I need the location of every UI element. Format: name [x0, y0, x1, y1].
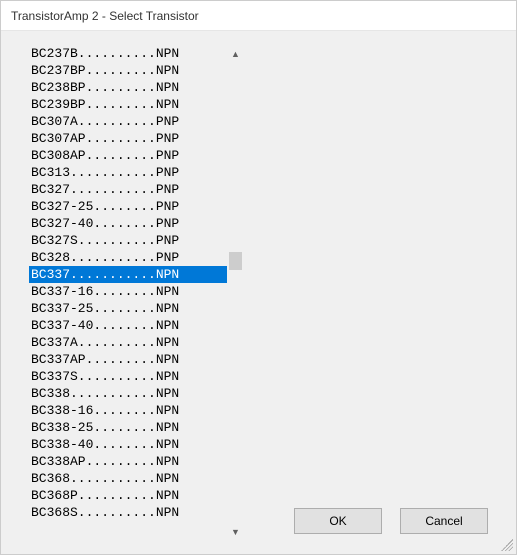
- list-item[interactable]: BC337S..........NPN: [29, 368, 227, 385]
- list-item[interactable]: BC337A..........NPN: [29, 334, 227, 351]
- list-item[interactable]: BC338-40........NPN: [29, 436, 227, 453]
- list-item[interactable]: BC338...........NPN: [29, 385, 227, 402]
- list-item[interactable]: BC337-25........NPN: [29, 300, 227, 317]
- list-item[interactable]: BC327S..........PNP: [29, 232, 227, 249]
- window-title: TransistorAmp 2 - Select Transistor: [11, 9, 199, 23]
- list-item[interactable]: BC313...........PNP: [29, 164, 227, 181]
- list-item[interactable]: BC368S..........NPN: [29, 504, 227, 521]
- list-item[interactable]: BC239BP.........NPN: [29, 96, 227, 113]
- list-item[interactable]: BC237B..........NPN: [29, 45, 227, 62]
- list-item[interactable]: BC327-25........PNP: [29, 198, 227, 215]
- transistor-listbox[interactable]: BC237B..........NPNBC237BP.........NPNBC…: [29, 45, 227, 540]
- list-item[interactable]: BC337...........NPN: [29, 266, 227, 283]
- scroll-track[interactable]: [227, 62, 244, 523]
- list-item[interactable]: BC327...........PNP: [29, 181, 227, 198]
- list-item[interactable]: BC307AP.........PNP: [29, 130, 227, 147]
- list-item[interactable]: BC337-40........NPN: [29, 317, 227, 334]
- transistor-listbox-wrap: BC237B..........NPNBC237BP.........NPNBC…: [29, 45, 244, 540]
- list-item[interactable]: BC368...........NPN: [29, 470, 227, 487]
- select-transistor-dialog: TransistorAmp 2 - Select Transistor BC23…: [0, 0, 517, 555]
- scroll-down-arrow-icon[interactable]: ▼: [227, 523, 244, 540]
- scrollbar[interactable]: ▲ ▼: [227, 45, 244, 540]
- list-item[interactable]: BC337AP.........NPN: [29, 351, 227, 368]
- scroll-thumb[interactable]: [229, 252, 242, 270]
- list-item[interactable]: BC328...........PNP: [29, 249, 227, 266]
- list-item[interactable]: BC338AP.........NPN: [29, 453, 227, 470]
- list-item[interactable]: BC307A..........PNP: [29, 113, 227, 130]
- ok-button[interactable]: OK: [294, 508, 382, 534]
- list-item[interactable]: BC368P..........NPN: [29, 487, 227, 504]
- list-item[interactable]: BC308AP.........PNP: [29, 147, 227, 164]
- button-row: OK Cancel: [294, 508, 488, 534]
- list-item[interactable]: BC338-25........NPN: [29, 419, 227, 436]
- resize-grip-icon: [500, 538, 514, 552]
- list-item[interactable]: BC237BP.........NPN: [29, 62, 227, 79]
- scroll-up-arrow-icon[interactable]: ▲: [227, 45, 244, 62]
- list-item[interactable]: BC338-16........NPN: [29, 402, 227, 419]
- list-item[interactable]: BC337-16........NPN: [29, 283, 227, 300]
- list-item[interactable]: BC327-40........PNP: [29, 215, 227, 232]
- titlebar: TransistorAmp 2 - Select Transistor: [1, 1, 516, 31]
- list-item[interactable]: BC238BP.........NPN: [29, 79, 227, 96]
- cancel-button[interactable]: Cancel: [400, 508, 488, 534]
- dialog-content: BC237B..........NPNBC237BP.........NPNBC…: [1, 31, 516, 554]
